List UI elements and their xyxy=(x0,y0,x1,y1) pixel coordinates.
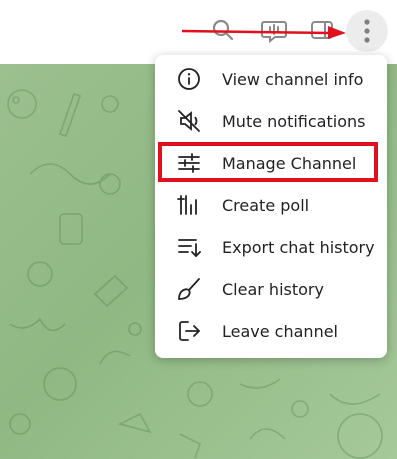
menu-item-label: Mute notifications xyxy=(222,111,366,131)
menu-item-label: Leave channel xyxy=(222,321,338,341)
broom-icon xyxy=(175,275,203,303)
menu-item-label: Export chat history xyxy=(222,237,375,257)
menu-item-view-channel-info[interactable]: View channel info xyxy=(155,58,387,100)
more-vertical-icon xyxy=(364,19,370,43)
channel-dropdown-menu: View channel info Mute notifications Man… xyxy=(155,55,387,358)
menu-item-mute-notifications[interactable]: Mute notifications xyxy=(155,100,387,142)
highlight-box xyxy=(158,142,378,182)
more-button[interactable] xyxy=(346,10,388,52)
menu-item-create-poll[interactable]: Create poll xyxy=(155,184,387,226)
red-pointer-arrow xyxy=(181,26,346,39)
poll-icon xyxy=(175,191,203,219)
menu-item-label: View channel info xyxy=(222,69,364,89)
menu-item-label: Clear history xyxy=(222,279,324,299)
info-icon xyxy=(175,65,203,93)
menu-item-leave-channel[interactable]: Leave channel xyxy=(155,310,387,352)
menu-item-clear-history[interactable]: Clear history xyxy=(155,268,387,310)
menu-item-export-chat-history[interactable]: Export chat history xyxy=(155,226,387,268)
leave-icon xyxy=(175,317,203,345)
mute-icon xyxy=(175,107,203,135)
menu-item-label: Create poll xyxy=(222,195,310,215)
export-icon xyxy=(175,233,203,261)
